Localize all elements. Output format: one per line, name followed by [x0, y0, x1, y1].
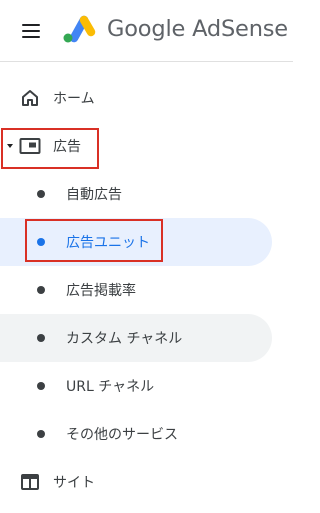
brand-title[interactable]: Google AdSense	[107, 16, 288, 42]
sidebar-item-sites[interactable]: サイト	[0, 458, 293, 506]
sidebar-item-label: 自動広告	[66, 187, 122, 203]
expand-caret-icon[interactable]	[7, 144, 13, 148]
bullet-icon	[37, 238, 45, 246]
sidebar-item-home[interactable]: ホーム	[0, 74, 293, 122]
bullet-icon	[37, 430, 45, 438]
sidebar-item-label: URL チャネル	[66, 379, 155, 395]
sidebar-item-label: カスタム チャネル	[66, 331, 183, 347]
bullet-icon	[37, 286, 45, 294]
sidebar-item-custom-channels[interactable]: カスタム チャネル	[0, 314, 272, 362]
sidebar-item-label: 広告ユニット	[66, 235, 150, 251]
sidebar-item-label: その他のサービス	[66, 427, 178, 443]
sidebar-item-label: ホーム	[53, 91, 95, 107]
sidebar-item-label: 広告	[53, 139, 81, 155]
adsense-logo-icon	[63, 15, 96, 43]
hamburger-menu-icon[interactable]	[22, 24, 40, 38]
ads-icon	[19, 138, 41, 154]
sidebar-item-auto-ads[interactable]: 自動広告	[0, 170, 293, 218]
sidebar-item-label: サイト	[53, 475, 95, 491]
bullet-icon	[37, 190, 45, 198]
sidebar-item-url-channels[interactable]: URL チャネル	[0, 362, 293, 410]
sidebar-item-ads[interactable]: 広告	[0, 122, 293, 170]
sidebar-item-ad-units[interactable]: 広告ユニット	[0, 218, 272, 266]
sidebar-item-other-services[interactable]: その他のサービス	[0, 410, 293, 458]
home-icon	[22, 90, 38, 106]
sidebar-item-ad-coverage[interactable]: 広告掲載率	[0, 266, 293, 314]
sidebar-item-label: 広告掲載率	[66, 283, 136, 299]
bullet-icon	[37, 334, 45, 342]
app-header: Google AdSense	[0, 0, 293, 62]
sites-icon	[21, 474, 39, 490]
bullet-icon	[37, 382, 45, 390]
